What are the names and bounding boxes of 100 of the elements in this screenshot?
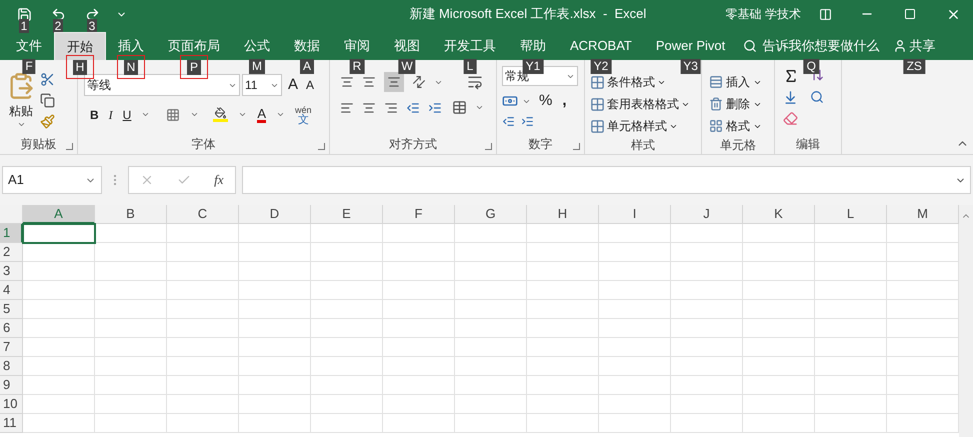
dropdown-icon[interactable]	[141, 110, 150, 119]
ribbon-tab[interactable]: 视图	[382, 32, 432, 60]
bottom-align-icon[interactable]	[387, 75, 401, 89]
active-cell[interactable]	[22, 223, 96, 244]
ribbon-tab[interactable]: 公式	[232, 32, 282, 60]
column-header[interactable]: H	[527, 205, 599, 224]
launcher-icon[interactable]	[318, 143, 325, 150]
border-icon[interactable]	[166, 108, 180, 122]
column-header[interactable]: L	[815, 205, 887, 224]
ribbon-tab[interactable]: 审阅	[332, 32, 382, 60]
font-color-button[interactable]: A	[257, 106, 266, 122]
row-header[interactable]: 8	[0, 357, 23, 376]
row-header[interactable]: 5	[0, 300, 23, 319]
row-header[interactable]: 4	[0, 281, 23, 300]
row-header[interactable]: 1	[0, 224, 23, 243]
dropdown-icon[interactable]	[276, 110, 286, 119]
top-align-icon[interactable]	[340, 75, 354, 89]
bold-button[interactable]: B	[90, 106, 99, 124]
launcher-icon[interactable]	[485, 143, 492, 150]
increase-decimal-icon[interactable]	[502, 114, 515, 128]
style-button[interactable]: 条件格式	[590, 73, 701, 91]
font-size-field[interactable]: 11	[242, 74, 282, 96]
cells-button[interactable]: 格式	[709, 117, 774, 135]
style-button[interactable]: 套用表格格式	[590, 95, 701, 113]
dropdown-icon[interactable]	[190, 110, 200, 119]
ribbon-tab[interactable]: 插入	[106, 32, 156, 60]
column-header[interactable]: M	[887, 205, 959, 224]
insert-function-button[interactable]: fx	[214, 170, 224, 190]
style-button[interactable]: 单元格样式	[590, 117, 701, 135]
column-header[interactable]: C	[167, 205, 239, 224]
launcher-icon[interactable]	[573, 143, 580, 150]
increase-indent-icon[interactable]	[428, 100, 442, 114]
tell-me-field[interactable]: 告诉我你想要做什么	[743, 32, 880, 60]
decrease-indent-icon[interactable]	[406, 100, 420, 114]
column-header[interactable]: E	[311, 205, 383, 224]
fill-color-icon[interactable]	[213, 107, 228, 122]
ribbon-tab[interactable]: 文件	[4, 32, 54, 60]
percent-button[interactable]: %	[539, 90, 552, 112]
align-center-icon[interactable]	[362, 100, 376, 114]
grow-font-button[interactable]: A	[288, 74, 298, 96]
copy-icon[interactable]	[40, 93, 55, 108]
clear-icon[interactable]	[783, 111, 798, 126]
row-header[interactable]: 9	[0, 376, 23, 395]
ribbon-tab[interactable]: Power Pivot	[644, 32, 738, 60]
key-tip: 1	[18, 18, 30, 32]
align-right-icon[interactable]	[384, 100, 398, 114]
name-box[interactable]: A1	[2, 166, 102, 194]
decrease-decimal-icon[interactable]	[521, 114, 534, 128]
launcher-icon[interactable]	[66, 143, 73, 150]
ribbon-display-icon[interactable]	[819, 8, 832, 20]
find-icon[interactable]	[810, 90, 824, 104]
maximize-icon[interactable]	[904, 8, 916, 20]
column-header[interactable]: I	[599, 205, 671, 224]
wrap-text-icon[interactable]	[467, 74, 483, 90]
dropdown-icon[interactable]	[475, 103, 484, 112]
column-header[interactable]: K	[743, 205, 815, 224]
save-icon[interactable]	[16, 6, 32, 22]
column-header[interactable]: A	[23, 205, 95, 224]
column-header[interactable]: G	[455, 205, 527, 224]
dropdown-icon[interactable]	[238, 110, 248, 119]
redo-icon[interactable]	[84, 6, 100, 22]
column-header[interactable]: J	[671, 205, 743, 224]
underline-button[interactable]: U	[122, 106, 132, 124]
row-header[interactable]: 6	[0, 319, 23, 338]
italic-button[interactable]: I	[108, 106, 113, 124]
group-label: 单元格	[720, 136, 756, 154]
ribbon-tab[interactable]: 数据	[282, 32, 332, 60]
phonetic-button[interactable]: wén 文	[295, 104, 312, 124]
key-tip: W	[398, 59, 416, 74]
column-header[interactable]: B	[95, 205, 167, 224]
fill-icon[interactable]	[783, 90, 798, 105]
align-left-icon[interactable]	[340, 100, 354, 114]
ribbon-tab[interactable]: ACROBAT	[558, 32, 644, 60]
ribbon-tab[interactable]: 开发工具	[432, 32, 508, 60]
ribbon-tab[interactable]: 帮助	[508, 32, 558, 60]
row-header[interactable]: 3	[0, 262, 23, 281]
cell-grid[interactable]	[23, 224, 959, 433]
paste-button[interactable]: 粘贴	[6, 72, 36, 129]
middle-align-icon[interactable]	[362, 75, 376, 89]
key-tip: Y2	[590, 59, 612, 74]
format-painter-icon[interactable]	[40, 114, 55, 129]
column-header[interactable]: D	[239, 205, 311, 224]
row-header[interactable]: 11	[0, 414, 23, 433]
cut-icon[interactable]	[40, 72, 55, 87]
cells-button[interactable]: 插入	[709, 73, 774, 91]
share-button[interactable]: 共享	[893, 32, 936, 60]
ribbon-tab[interactable]: 开始	[54, 32, 106, 60]
cells-button[interactable]: 删除	[709, 95, 774, 113]
merge-icon[interactable]	[452, 100, 467, 115]
shrink-font-button[interactable]: A	[306, 76, 314, 94]
ribbon-tab[interactable]: 页面布局	[156, 32, 232, 60]
undo-icon[interactable]	[50, 6, 66, 22]
formula-field[interactable]	[242, 166, 971, 194]
row-header[interactable]: 7	[0, 338, 23, 357]
row-header[interactable]: 10	[0, 395, 23, 414]
font-name-field[interactable]: 等线	[84, 74, 240, 96]
row-header[interactable]: 2	[0, 243, 23, 262]
column-header[interactable]: F	[383, 205, 455, 224]
comma-button[interactable]: ,	[562, 90, 567, 112]
dropdown-icon[interactable]	[16, 120, 26, 129]
